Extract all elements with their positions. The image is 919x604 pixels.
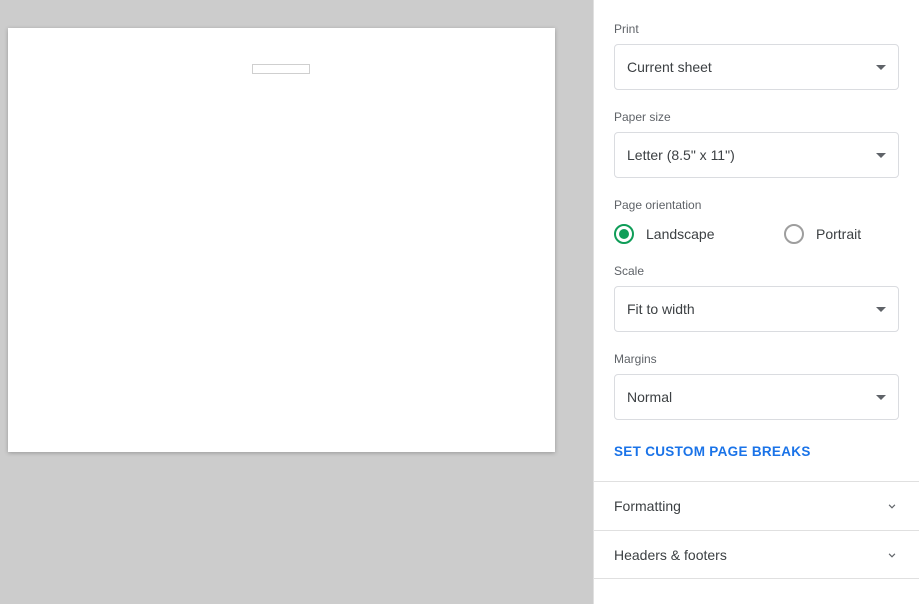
headers-footers-label: Headers & footers — [614, 547, 727, 563]
print-settings-pane: Print Current sheet Paper size Letter (8… — [593, 0, 919, 604]
formatting-label: Formatting — [614, 498, 681, 514]
formatting-section[interactable]: Formatting — [594, 481, 919, 530]
paper-size-dropdown[interactable]: Letter (8.5" x 11") — [614, 132, 899, 178]
chevron-down-icon — [885, 499, 899, 513]
scale-label: Scale — [614, 264, 899, 278]
margins-value: Normal — [627, 389, 672, 405]
margins-dropdown[interactable]: Normal — [614, 374, 899, 420]
radio-selected-icon — [614, 224, 634, 244]
page-preview — [8, 28, 555, 452]
headers-footers-section[interactable]: Headers & footers — [594, 530, 919, 579]
paper-size-label: Paper size — [614, 110, 899, 124]
dropdown-arrow-icon — [876, 153, 886, 158]
orientation-portrait-label: Portrait — [816, 226, 861, 242]
orientation-radio-group: Landscape Portrait — [614, 224, 899, 244]
orientation-portrait-radio[interactable]: Portrait — [784, 224, 914, 244]
dropdown-arrow-icon — [876, 395, 886, 400]
print-dropdown-value: Current sheet — [627, 59, 712, 75]
margins-label: Margins — [614, 352, 899, 366]
dropdown-arrow-icon — [876, 65, 886, 70]
set-custom-page-breaks-button[interactable]: SET CUSTOM PAGE BREAKS — [614, 444, 811, 459]
chevron-down-icon — [885, 548, 899, 562]
scale-value: Fit to width — [627, 301, 695, 317]
orientation-landscape-label: Landscape — [646, 226, 715, 242]
radio-unselected-icon — [784, 224, 804, 244]
scale-dropdown[interactable]: Fit to width — [614, 286, 899, 332]
page-content-placeholder — [252, 64, 310, 74]
orientation-landscape-radio[interactable]: Landscape — [614, 224, 744, 244]
preview-pane — [0, 0, 593, 604]
print-label: Print — [614, 22, 899, 36]
dropdown-arrow-icon — [876, 307, 886, 312]
orientation-label: Page orientation — [614, 198, 899, 212]
paper-size-value: Letter (8.5" x 11") — [627, 147, 735, 163]
print-dropdown[interactable]: Current sheet — [614, 44, 899, 90]
